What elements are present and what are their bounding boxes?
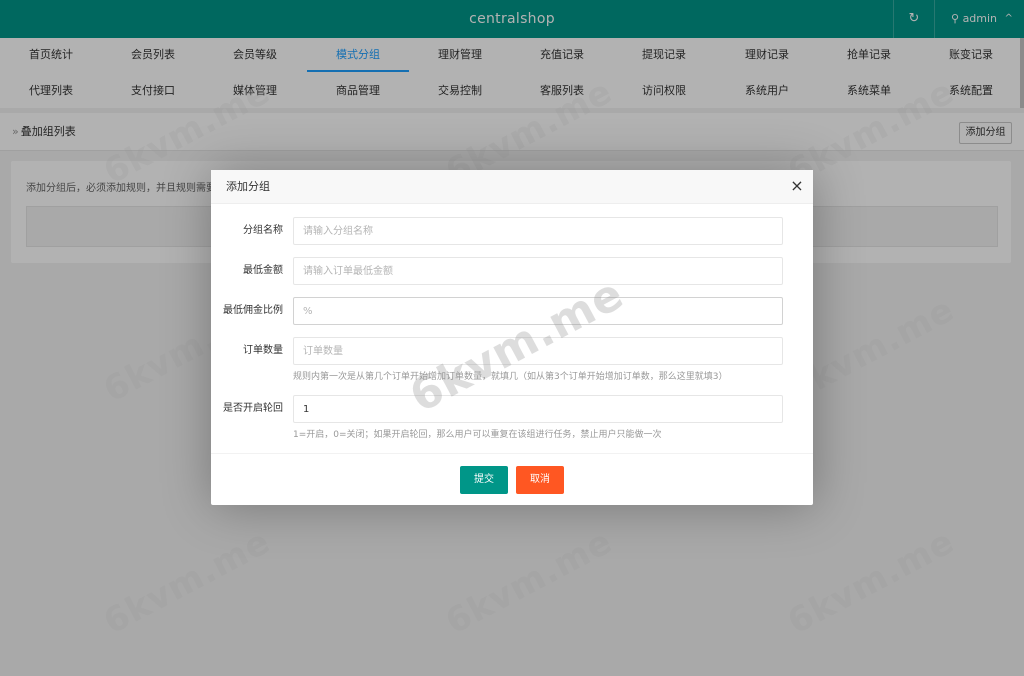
dialog-title: 添加分组 — [226, 180, 270, 193]
cycle-label: 是否开启轮回 — [223, 403, 283, 414]
min-amount-label: 最低金额 — [243, 265, 283, 276]
dialog-header: 添加分组 × — [211, 170, 813, 204]
submit-button[interactable]: 提交 — [460, 466, 508, 494]
cancel-button[interactable]: 取消 — [516, 466, 564, 494]
order-count-hint: 规则内第一次是从第几个订单开始增加订单数量，就填几（如从第3个订单开始增加订单数… — [293, 372, 728, 382]
order-count-input[interactable] — [293, 337, 783, 365]
min-commission-label: 最低佣金比例 — [223, 305, 283, 316]
order-count-label: 订单数量 — [243, 345, 283, 356]
min-amount-input[interactable] — [293, 257, 783, 285]
cycle-hint: 1=开启，0=关闭；如果开启轮回，那么用户可以重复在该组进行任务，禁止用户只能做… — [293, 430, 662, 440]
group-name-input[interactable] — [293, 217, 783, 245]
close-icon[interactable]: × — [788, 177, 806, 195]
min-commission-input[interactable] — [293, 297, 783, 325]
group-name-label: 分组名称 — [243, 225, 283, 236]
divider — [211, 453, 813, 454]
add-group-dialog: 添加分组 × 分组名称 最低金额 最低佣金比例 订单数量 规则内第一次是从第几个… — [211, 170, 813, 505]
cycle-input[interactable] — [293, 395, 783, 423]
